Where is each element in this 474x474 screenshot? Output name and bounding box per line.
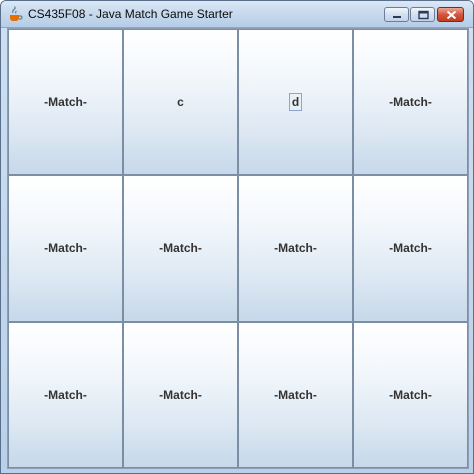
card-4[interactable]: -Match- [353,29,468,176]
card-7[interactable]: -Match- [238,175,353,322]
minimize-button[interactable] [384,7,409,22]
card-12[interactable]: -Match- [353,321,468,468]
card-3[interactable]: d [238,29,353,176]
card-label: -Match- [389,95,432,110]
app-window: CS435F08 - Java Match Game Starter -Matc… [0,0,474,474]
card-label: -Match- [44,387,87,402]
card-label: c [177,95,184,110]
maximize-icon [418,10,429,20]
card-2[interactable]: c [123,29,238,176]
card-1[interactable]: -Match- [8,29,123,176]
card-label: -Match- [159,241,202,256]
card-10[interactable]: -Match- [123,321,238,468]
card-grid: -Match- c d -Match- -Match- -Match- -Mat… [8,29,468,468]
content-pane: -Match- c d -Match- -Match- -Match- -Mat… [7,28,469,469]
card-label: -Match- [389,387,432,402]
card-8[interactable]: -Match- [353,175,468,322]
title-bar[interactable]: CS435F08 - Java Match Game Starter [1,1,473,28]
card-label: -Match- [44,95,87,110]
window-title: CS435F08 - Java Match Game Starter [28,7,233,21]
maximize-button[interactable] [410,7,435,22]
close-icon [446,10,457,20]
card-label: -Match- [159,387,202,402]
close-button[interactable] [437,7,464,22]
card-label: -Match- [274,387,317,402]
card-label: -Match- [44,241,87,256]
java-icon [10,6,23,21]
card-label: -Match- [389,241,432,256]
card-5[interactable]: -Match- [8,175,123,322]
card-6[interactable]: -Match- [123,175,238,322]
card-label: -Match- [274,241,317,256]
card-11[interactable]: -Match- [238,321,353,468]
card-9[interactable]: -Match- [8,321,123,468]
card-label: d [288,93,303,112]
minimize-icon [393,16,401,18]
